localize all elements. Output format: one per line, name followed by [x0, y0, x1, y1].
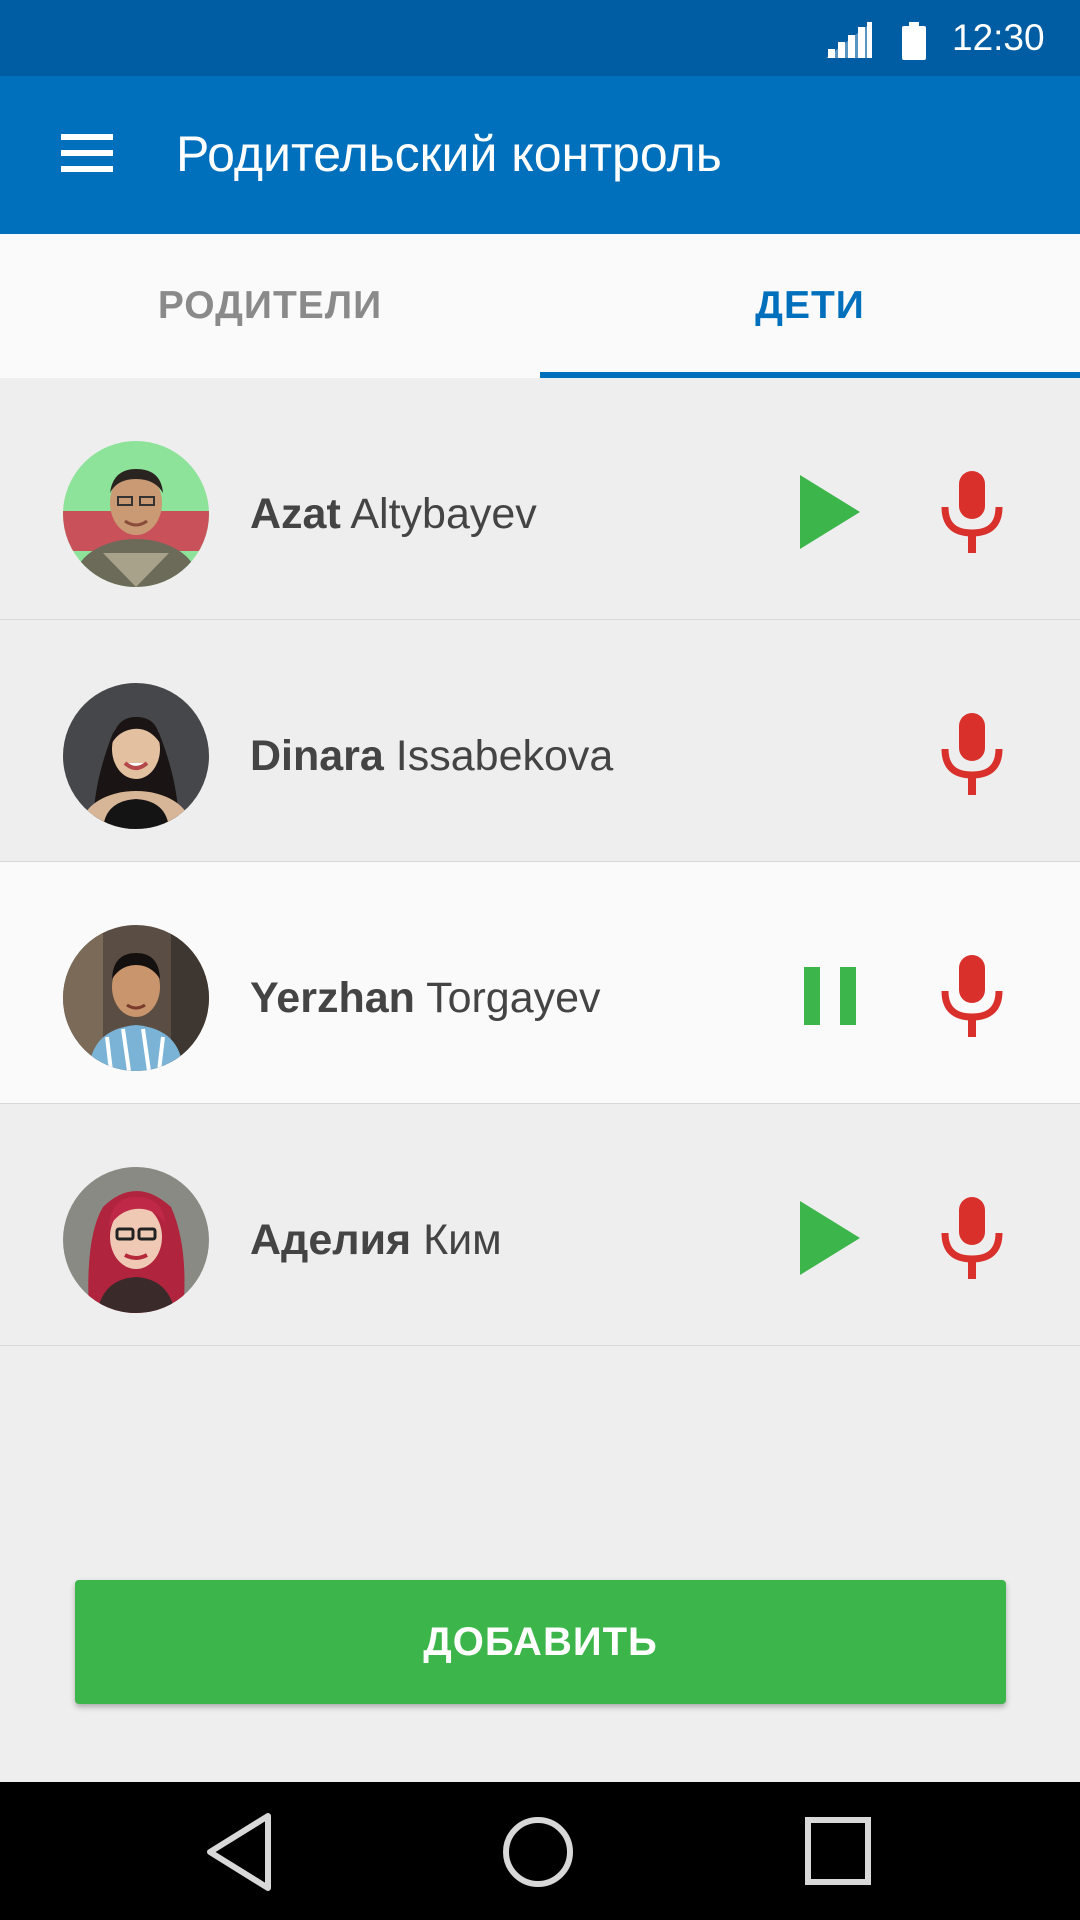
microphone-icon	[941, 954, 1003, 1042]
play-icon	[800, 474, 860, 554]
battery-icon	[902, 22, 926, 65]
microphone-button[interactable]	[930, 710, 1014, 802]
avatar	[63, 683, 209, 829]
last-name: Issabekova	[395, 732, 614, 780]
menu-button[interactable]	[44, 119, 130, 191]
list-item[interactable]: Azat Altybayev	[0, 378, 1080, 620]
app-title: Родительский контроль	[176, 126, 722, 182]
list-item[interactable]: Dinara Issabekova	[0, 620, 1080, 862]
back-icon	[204, 1813, 274, 1896]
signal-icon	[826, 22, 872, 63]
play-button[interactable]	[790, 472, 870, 556]
pause-icon	[804, 966, 856, 1030]
avatar	[63, 1167, 209, 1313]
recents-icon	[804, 1817, 872, 1890]
last-name: Ким	[423, 1216, 502, 1264]
tab-bar: РОДИТЕЛИ ДЕТИ	[0, 234, 1080, 378]
pause-button[interactable]	[790, 956, 870, 1040]
add-button[interactable]: ДОБАВИТЬ	[75, 1580, 1006, 1704]
avatar	[63, 925, 209, 1071]
status-bar: 12:30	[0, 0, 1080, 76]
first-name: Yerzhan	[250, 974, 415, 1022]
home-button[interactable]	[502, 1814, 574, 1890]
play-icon	[800, 1200, 860, 1280]
microphone-button[interactable]	[930, 468, 1014, 560]
list-item[interactable]: Аделия Ким	[0, 1104, 1080, 1346]
microphone-icon	[941, 1196, 1003, 1284]
tab-children[interactable]: ДЕТИ	[540, 234, 1080, 378]
children-list: Azat Altybayev Dinara Issabekova Yerzhan…	[0, 378, 1080, 1346]
tab-parents[interactable]: РОДИТЕЛИ	[0, 234, 540, 378]
list-item[interactable]: Yerzhan Torgayev	[0, 862, 1080, 1104]
microphone-icon	[941, 712, 1003, 800]
first-name: Dinara	[250, 732, 384, 780]
first-name: Аделия	[250, 1216, 412, 1264]
home-icon	[502, 1817, 574, 1894]
microphone-button[interactable]	[930, 952, 1014, 1044]
child-name: Azat Altybayev	[250, 484, 537, 544]
last-name: Altybayev	[350, 490, 537, 538]
child-name: Dinara Issabekova	[250, 726, 613, 786]
status-time: 12:30	[952, 17, 1045, 58]
play-button[interactable]	[790, 1198, 870, 1282]
recents-button[interactable]	[804, 1816, 872, 1886]
child-name: Аделия Ким	[250, 1210, 502, 1270]
first-name: Azat	[250, 490, 341, 538]
avatar	[63, 441, 209, 587]
back-button[interactable]	[204, 1812, 274, 1892]
microphone-icon	[941, 470, 1003, 558]
menu-icon	[61, 133, 113, 177]
last-name: Torgayev	[426, 974, 601, 1022]
microphone-button[interactable]	[930, 1194, 1014, 1286]
child-name: Yerzhan Torgayev	[250, 968, 601, 1028]
